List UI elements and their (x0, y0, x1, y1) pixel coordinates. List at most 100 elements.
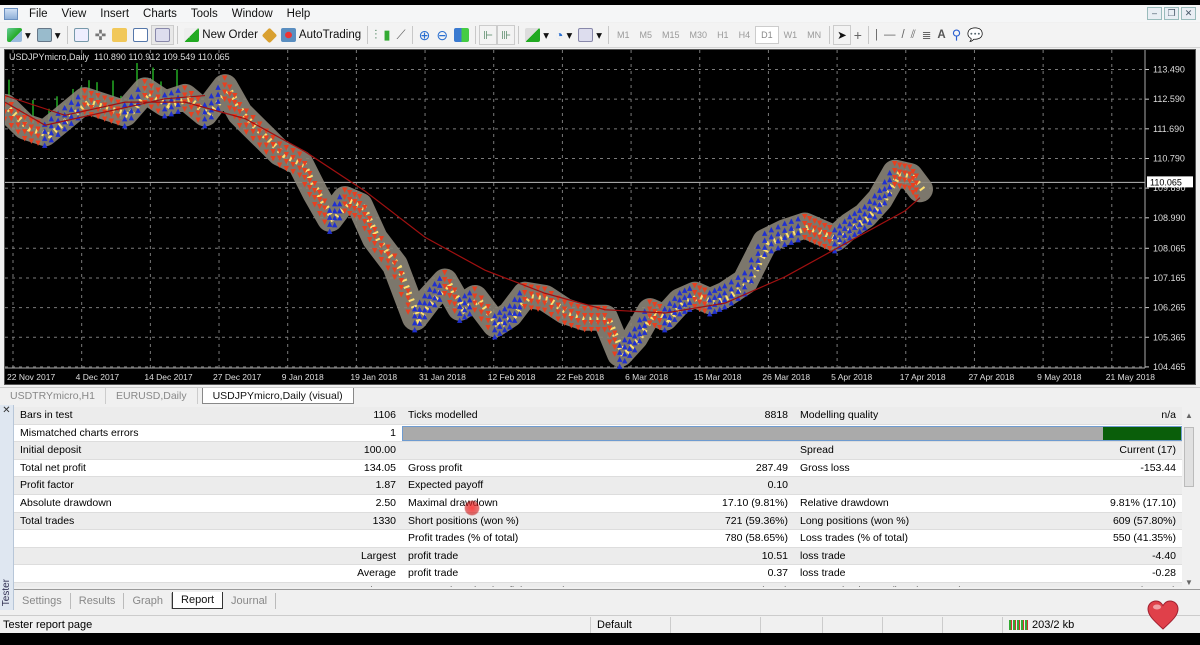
sell-arrow: ▼ (589, 326, 595, 334)
horizontal-line-button[interactable]: — (881, 25, 899, 45)
sell-arrow: ▼ (575, 324, 581, 332)
tab-journal[interactable]: Journal (223, 593, 277, 609)
terminal-button[interactable] (130, 25, 151, 45)
zoom-in-button[interactable]: ⊕ (416, 25, 434, 45)
chart-ohlc: 110.890 110.912 109.549 110.065 (94, 52, 230, 62)
autotrading-button[interactable]: AutoTrading (278, 25, 364, 45)
menu-file[interactable]: File (24, 8, 57, 20)
menu-help[interactable]: Help (282, 8, 320, 20)
buy-arrow: ▲ (69, 119, 75, 127)
fibonacci-button[interactable]: ≣ (919, 25, 935, 45)
tab-graph[interactable]: Graph (124, 593, 173, 609)
autoscroll-button[interactable]: ⊩ (479, 25, 498, 45)
timeframe-h1[interactable]: H1 (712, 30, 734, 40)
bar-chart-button[interactable]: ⫶ (371, 25, 380, 45)
strategy-tester-button[interactable] (151, 25, 175, 45)
sell-arrow: ▼ (115, 119, 121, 127)
equidistant-channel-button[interactable]: ⫽ (908, 25, 919, 45)
scroll-up-icon[interactable]: ▲ (1182, 411, 1196, 420)
menu-insert[interactable]: Insert (95, 8, 138, 20)
timeframe-m1[interactable]: M1 (612, 30, 635, 40)
report-label: Mismatched charts errors (20, 426, 139, 439)
search-button[interactable]: ⚲ (949, 25, 965, 45)
cursor-button[interactable]: ➤ (833, 25, 851, 45)
timeframe-w1[interactable]: W1 (779, 30, 803, 40)
trendline-button[interactable]: / (898, 25, 907, 45)
menu-charts[interactable]: Charts (138, 8, 186, 20)
chart-tab-usdjpy[interactable]: USDJPYmicro,Daily (visual) (201, 388, 354, 404)
timeframe-m30[interactable]: M30 (685, 30, 713, 40)
crosshair-tool-icon: + (853, 27, 862, 43)
date-label: 27 Apr 2018 (968, 372, 1014, 382)
new-chart-button[interactable]: ▾ (4, 25, 34, 45)
report-label: Loss trades (% of total) (800, 532, 908, 545)
templates-button[interactable]: ▾ (575, 25, 605, 45)
buy-arrow: ▲ (642, 328, 648, 336)
date-label: 17 Apr 2018 (900, 372, 946, 382)
tile-windows-button[interactable] (451, 25, 472, 45)
chart-tab-usdtry[interactable]: USDTRYmicro,H1 (0, 388, 106, 404)
report-value: 15 (3.40) (598, 583, 788, 587)
price-label: 107.165 (1153, 273, 1186, 283)
price-label: 108.065 (1153, 243, 1186, 253)
market-watch-button[interactable] (71, 25, 92, 45)
tab-results[interactable]: Results (71, 593, 125, 609)
date-label: 4 Dec 2017 (76, 372, 120, 382)
text-button[interactable]: A (934, 25, 948, 45)
price-label: 106.265 (1153, 303, 1186, 313)
menu-tools[interactable]: Tools (186, 8, 227, 20)
date-label: 9 Jan 2018 (282, 372, 324, 382)
buy-arrow: ▲ (169, 109, 175, 117)
metaeditor-button[interactable] (261, 25, 278, 45)
navigator-button[interactable] (109, 25, 130, 45)
report-row: Initial deposit 100.00 Spread Current (17) (14, 442, 1182, 460)
chart-tab-eurusd[interactable]: EURUSD,Daily (106, 388, 198, 404)
navigator-icon (112, 28, 128, 42)
indicators-button[interactable]: ▾ (522, 25, 552, 45)
chart-shift-button[interactable]: ⊪ (497, 25, 516, 45)
scroll-thumb[interactable] (1184, 427, 1194, 487)
timeframe-d1[interactable]: D1 (755, 26, 779, 44)
buy-arrow: ▲ (55, 130, 61, 138)
sell-arrow: ▼ (914, 193, 920, 201)
report-scrollbar[interactable]: ▲ ▼ (1182, 411, 1196, 587)
zoom-out-button[interactable]: ⊖ (433, 25, 451, 45)
chat-button[interactable]: 💬 (964, 25, 986, 45)
report-label (20, 548, 208, 565)
candlestick-button[interactable]: ▮ (380, 25, 393, 45)
close-button[interactable]: ✕ (1181, 7, 1196, 20)
restore-button[interactable]: ❐ (1164, 7, 1179, 20)
crosshair-button[interactable]: + (851, 25, 865, 45)
modelling-quality-bar (402, 425, 1182, 441)
line-chart-button[interactable]: ⟋ (394, 25, 409, 45)
scroll-down-icon[interactable]: ▼ (1182, 578, 1196, 587)
report-cell: Ticks modelled 8818 (402, 407, 794, 424)
current-price-label: 110.065 (1150, 177, 1182, 187)
channel-icon: ⫽ (910, 28, 916, 41)
sell-arrow: ▼ (372, 247, 378, 255)
menu-window[interactable]: Window (227, 8, 282, 20)
vertical-line-button[interactable]: | (872, 25, 881, 45)
close-tester-icon[interactable]: ✕ (0, 405, 13, 416)
profiles-button[interactable]: ▾ (34, 25, 64, 45)
tab-settings[interactable]: Settings (14, 593, 71, 609)
status-text: Tester report page (3, 618, 93, 631)
data-window-button[interactable]: ✜ (92, 25, 110, 45)
timeframe-mn[interactable]: MN (802, 30, 826, 40)
sell-arrow: ▼ (542, 306, 548, 314)
price-chart[interactable]: 113.490 112.590 111.690 110.790 109.890 108.9… (4, 49, 1196, 385)
report-cell: profit trade 10.51 (402, 548, 794, 565)
connection-bars-icon (1009, 619, 1029, 630)
report-label (800, 477, 988, 494)
report-value: Current (17) (1119, 444, 1176, 457)
menu-view[interactable]: View (57, 8, 96, 20)
minimize-button[interactable]: – (1147, 7, 1162, 20)
new-order-button[interactable]: New Order (181, 25, 261, 45)
report-value: Maximum (208, 583, 396, 587)
timeframe-h4[interactable]: H4 (734, 30, 756, 40)
report-cell (794, 477, 1182, 494)
timeframe-m15[interactable]: M15 (657, 30, 685, 40)
timeframe-m5[interactable]: M5 (635, 30, 658, 40)
periods-button[interactable]: ◔ ▾ (552, 25, 575, 45)
tab-report[interactable]: Report (172, 592, 224, 609)
